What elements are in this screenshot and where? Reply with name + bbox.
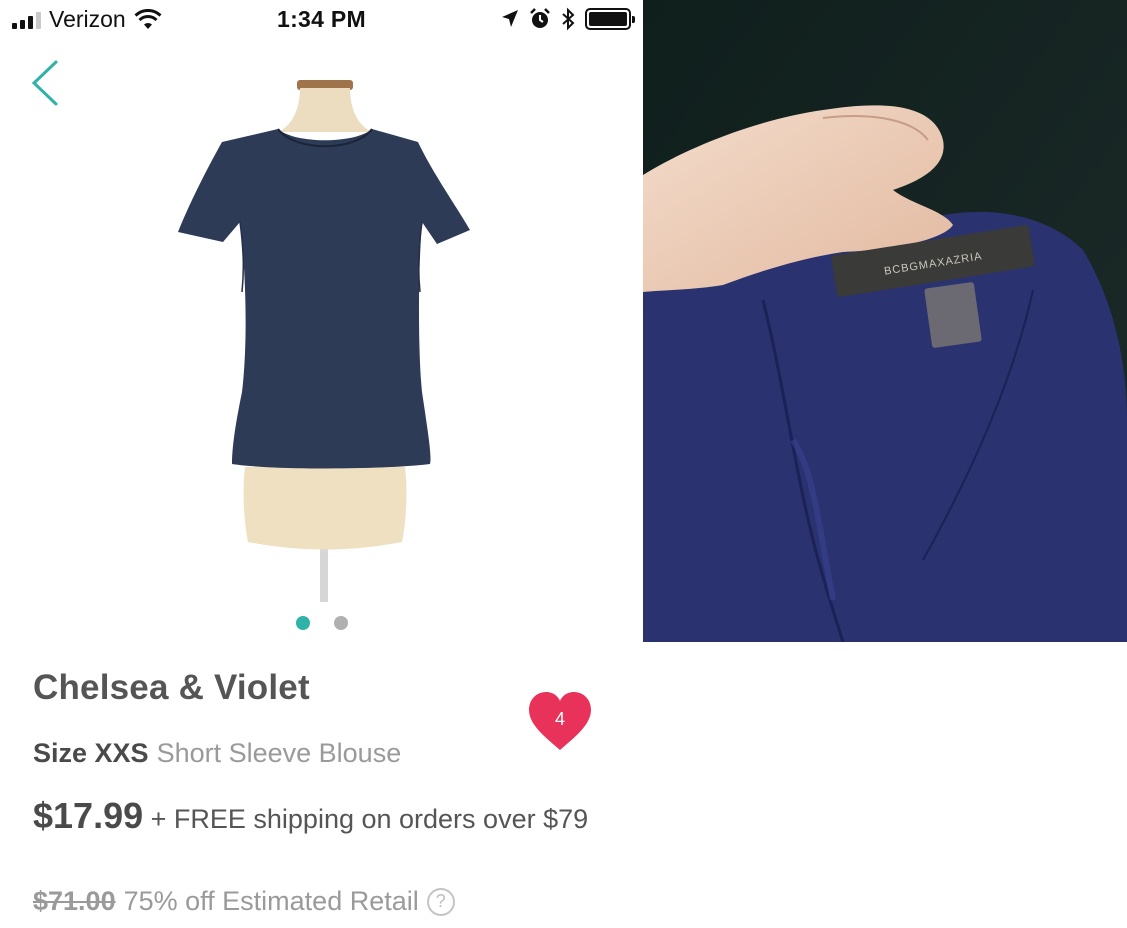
- status-bar: Verizon 1:34 PM: [0, 0, 643, 42]
- status-right: [501, 7, 635, 31]
- brand-title: Chelsea & Violet: [33, 668, 310, 707]
- retail-line: $71.00 75% off Estimated Retail ?: [33, 886, 455, 917]
- price: $17.99: [33, 795, 144, 836]
- price-block: $17.99 + FREE shipping on orders over $7…: [33, 798, 593, 837]
- product-image[interactable]: [160, 72, 490, 602]
- label-photo: BCBGMAXAZRIA: [643, 0, 1127, 642]
- category-label: Short Sleeve Blouse: [156, 738, 402, 768]
- shipping-note: + FREE shipping on orders over $79: [150, 804, 589, 834]
- carousel-dot[interactable]: [334, 616, 348, 630]
- alarm-icon: [530, 8, 550, 28]
- chevron-left-icon[interactable]: [28, 58, 64, 108]
- retail-price: $71.00: [33, 886, 116, 916]
- bluetooth-icon: [562, 7, 575, 31]
- favorite-count: 4: [554, 709, 565, 729]
- battery-icon: [585, 8, 635, 30]
- app-screen: Verizon 1:34 PM Chelsea & Violet 4 Size …: [0, 0, 643, 928]
- size-line: Size XXS Short Sleeve Blouse: [33, 738, 401, 769]
- discount-label: 75% off Estimated Retail: [123, 886, 419, 916]
- location-icon: [502, 10, 518, 27]
- size-label: Size XXS: [33, 738, 149, 768]
- carousel-dots: [296, 616, 348, 630]
- carousel-dot-active[interactable]: [296, 616, 310, 630]
- help-icon[interactable]: ?: [426, 887, 455, 916]
